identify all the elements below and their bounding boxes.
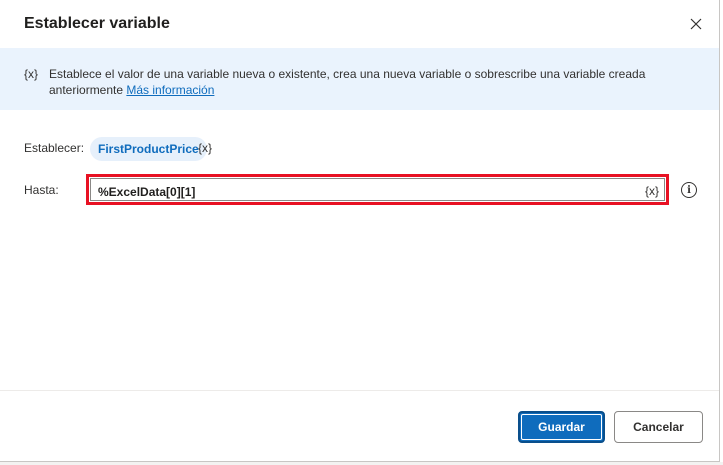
to-label: Hasta: [24, 183, 59, 197]
banner-description: Establece el valor de una variable nueva… [49, 66, 689, 98]
variable-picker-icon[interactable]: {x} [198, 141, 212, 155]
close-button[interactable] [684, 12, 708, 36]
cancel-button[interactable]: Cancelar [614, 411, 703, 443]
info-icon[interactable]: i [681, 182, 697, 198]
save-button[interactable]: Guardar [518, 411, 605, 443]
info-banner: {x} Establece el valor de una variable n… [0, 48, 719, 110]
more-info-link[interactable]: Más información [126, 83, 214, 97]
dialog-title: Establecer variable [24, 15, 170, 32]
insert-variable-icon[interactable]: {x} [645, 184, 659, 198]
to-input-box: {x} [90, 178, 665, 201]
to-input-highlight: {x} [86, 174, 669, 205]
set-variable-dialog: Establecer variable {x} Establece el val… [0, 0, 720, 462]
close-icon [690, 18, 702, 30]
save-button-focus-ring [521, 414, 602, 440]
variable-icon: {x} [24, 67, 39, 81]
cancel-button-label: Cancelar [633, 420, 684, 434]
footer-divider [0, 390, 719, 391]
variable-name-pill[interactable]: FirstProductPrice [90, 137, 207, 161]
to-value-input[interactable] [98, 185, 598, 199]
set-label: Establecer: [24, 141, 85, 155]
